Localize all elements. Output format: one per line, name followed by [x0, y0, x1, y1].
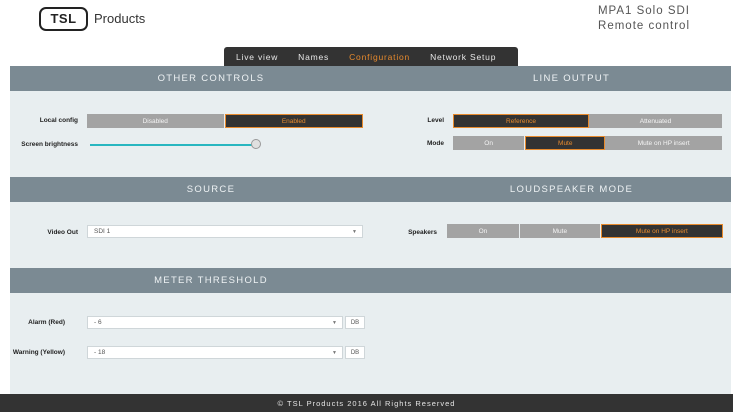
- video-out-select[interactable]: SDI 1 ▼: [87, 225, 363, 238]
- meter-threshold-header-fill: [412, 268, 731, 293]
- level-label: Level: [427, 117, 444, 124]
- mode-label: Mode: [427, 140, 444, 147]
- mode-toggle: On Mute Mute on HP insert: [453, 136, 723, 150]
- device-title-line2: Remote control: [598, 20, 690, 32]
- tab-network-setup[interactable]: Network Setup: [420, 52, 506, 62]
- chevron-down-icon: ▼: [352, 229, 357, 235]
- local-config-toggle: Disabled Enabled: [87, 114, 363, 128]
- level-attenuated-option[interactable]: Attenuated: [589, 114, 722, 128]
- mode-mute-option[interactable]: Mute: [525, 136, 606, 150]
- tsl-logo: TSL: [39, 7, 88, 31]
- mode-mute-on-hp-option[interactable]: Mute on HP insert: [605, 136, 723, 150]
- screen-brightness-slider[interactable]: [90, 144, 256, 146]
- local-config-label: Local config: [39, 117, 78, 124]
- video-out-value: SDI 1: [94, 228, 111, 235]
- level-reference-option[interactable]: Reference: [453, 114, 589, 128]
- tab-live-view[interactable]: Live view: [224, 52, 288, 62]
- speakers-on-option[interactable]: On: [447, 224, 520, 238]
- other-controls-header: OTHER CONTROLS: [10, 66, 412, 91]
- warning-unit: DB: [345, 346, 365, 359]
- brand-name: Products: [94, 11, 146, 26]
- speakers-mute-on-hp-option[interactable]: Mute on HP insert: [600, 224, 723, 238]
- source-header: SOURCE: [10, 177, 412, 202]
- chevron-down-icon: ▼: [332, 350, 337, 356]
- loudspeaker-mode-header: LOUDSPEAKER MODE: [412, 177, 731, 202]
- level-toggle: Reference Attenuated: [453, 114, 722, 128]
- slider-handle[interactable]: [251, 139, 261, 149]
- speakers-toggle: On Mute Mute on HP insert: [447, 224, 723, 238]
- local-config-enabled-option[interactable]: Enabled: [224, 114, 363, 128]
- device-title: MPA1 Solo SDI Remote control: [560, 4, 690, 34]
- warning-label: Warning (Yellow): [12, 349, 65, 356]
- mode-on-option[interactable]: On: [453, 136, 526, 150]
- video-out-label: Video Out: [47, 229, 78, 236]
- line-output-header: LINE OUTPUT: [412, 66, 731, 91]
- chevron-down-icon: ▼: [332, 320, 337, 326]
- warning-value: - 18: [94, 349, 106, 356]
- speakers-label: Speakers: [408, 229, 437, 236]
- tab-configuration[interactable]: Configuration: [339, 52, 420, 62]
- nav-tabs: Live view Names Configuration Network Se…: [224, 47, 518, 67]
- meter-threshold-header: METER THRESHOLD: [10, 268, 412, 293]
- tab-names[interactable]: Names: [288, 52, 339, 62]
- alarm-value: - 6: [94, 319, 102, 326]
- alarm-unit: DB: [345, 316, 365, 329]
- warning-threshold-select[interactable]: - 18 ▼: [87, 346, 343, 359]
- speakers-mute-option[interactable]: Mute: [519, 224, 601, 238]
- screen-brightness-label: Screen brightness: [21, 141, 78, 148]
- alarm-threshold-select[interactable]: - 6 ▼: [87, 316, 343, 329]
- footer: © TSL Products 2016 All Rights Reserved: [0, 394, 733, 412]
- local-config-disabled-option[interactable]: Disabled: [87, 114, 225, 128]
- device-title-line1: MPA1 Solo SDI: [597, 5, 690, 17]
- alarm-label: Alarm (Red): [28, 319, 65, 326]
